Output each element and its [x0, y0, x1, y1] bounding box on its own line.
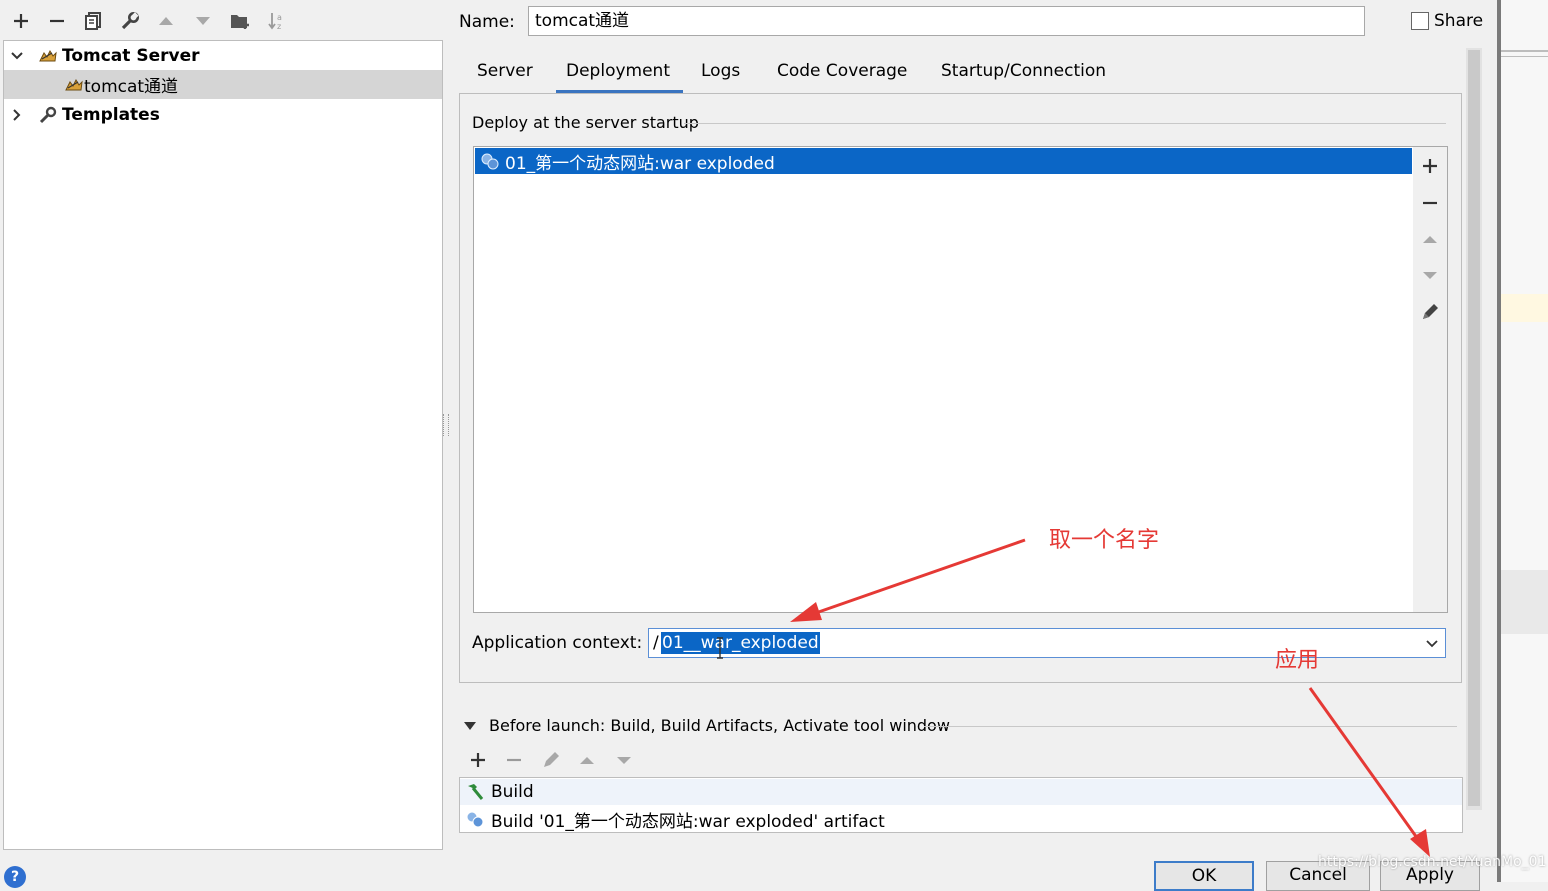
tree-item-label: tomcat通道 — [84, 77, 179, 97]
move-up-icon[interactable] — [153, 8, 179, 34]
add-icon[interactable] — [1417, 153, 1443, 179]
before-launch-title: Before launch: Build, Build Artifacts, A… — [489, 716, 950, 735]
sort-icon[interactable]: az — [264, 8, 290, 34]
chevron-down-icon[interactable] — [10, 49, 24, 63]
app-context-combobox[interactable]: / 01__war_exploded — [648, 628, 1446, 659]
annotation-name-hint: 取一个名字 — [1049, 528, 1160, 553]
deploy-side-toolbar — [1413, 146, 1448, 613]
section-divider — [924, 726, 1457, 727]
annotation-apply-hint: 应用 — [1275, 648, 1320, 673]
artifact-icon — [466, 811, 484, 828]
tree-item-tomcat-config[interactable]: tomcat通道 — [4, 70, 442, 99]
before-launch-item[interactable]: Build — [460, 779, 1462, 805]
scrollbar-track[interactable] — [1466, 48, 1482, 810]
ok-button[interactable]: OK — [1154, 861, 1254, 891]
deploy-section-title: Deploy at the server startup — [472, 113, 699, 132]
before-launch-list[interactable]: Build Build '01_第一个动态网站:war exploded' ar… — [459, 777, 1463, 833]
edit-pencil-icon[interactable] — [1417, 299, 1443, 325]
add-icon[interactable] — [8, 8, 34, 34]
remove-icon[interactable] — [501, 747, 527, 773]
tree-item-tomcat-server[interactable]: Tomcat Server — [4, 41, 442, 70]
background-editor-strip — [1501, 0, 1548, 882]
tomcat-icon — [65, 78, 83, 90]
deploy-item-label: 01_第一个动态网站:war exploded — [505, 153, 775, 174]
name-input[interactable]: tomcat通道 — [528, 6, 1365, 36]
share-checkbox[interactable] — [1411, 12, 1429, 30]
hammer-icon — [468, 784, 484, 800]
collapse-triangle-icon[interactable] — [463, 720, 477, 732]
config-tree[interactable]: Tomcat Server tomcat通道 Templates — [3, 40, 443, 850]
svg-text:z: z — [277, 22, 281, 31]
remove-icon[interactable] — [1417, 190, 1443, 216]
app-context-prefix: / — [653, 633, 659, 653]
add-icon[interactable] — [465, 747, 491, 773]
tree-item-label: Tomcat Server — [62, 45, 200, 66]
deploy-list[interactable]: 01_第一个动态网站:war exploded — [473, 146, 1414, 613]
move-down-icon[interactable] — [611, 747, 637, 773]
chevron-right-icon[interactable] — [10, 108, 24, 122]
name-label: Name: — [459, 12, 515, 32]
deploy-list-item[interactable]: 01_第一个动态网站:war exploded — [475, 148, 1412, 174]
remove-icon[interactable] — [44, 8, 70, 34]
move-up-icon[interactable] — [574, 747, 600, 773]
move-up-icon[interactable] — [1417, 226, 1443, 252]
tab-deployment[interactable]: Deployment — [566, 58, 670, 84]
before-launch-item-label: Build '01_第一个动态网站:war exploded' artifact — [491, 811, 885, 832]
section-divider — [684, 123, 1446, 124]
app-context-selected-text: 01__war_exploded — [661, 632, 820, 654]
name-input-value: tomcat通道 — [535, 11, 630, 31]
help-icon[interactable]: ? — [4, 866, 26, 888]
move-down-icon[interactable] — [1417, 262, 1443, 288]
scrollbar-thumb[interactable] — [1468, 50, 1480, 806]
wrench-icon[interactable] — [117, 8, 143, 34]
watermark: https://blog.csdn.net/YuanMo_01 — [1318, 854, 1547, 870]
before-launch-item[interactable]: Build '01_第一个动态网站:war exploded' artifact — [460, 806, 1462, 832]
artifact-icon — [481, 153, 499, 170]
folder-add-icon[interactable] — [227, 8, 253, 34]
tree-item-templates[interactable]: Templates — [4, 100, 442, 129]
tree-item-label: Templates — [62, 104, 160, 125]
tab-logs[interactable]: Logs — [701, 58, 740, 84]
share-label: Share — [1434, 11, 1484, 31]
copy-icon[interactable] — [80, 8, 106, 34]
tab-code-coverage[interactable]: Code Coverage — [777, 58, 907, 84]
wrench-icon — [39, 106, 57, 123]
svg-text:a: a — [277, 13, 282, 22]
tab-startup-connection[interactable]: Startup/Connection — [941, 58, 1106, 84]
move-down-icon[interactable] — [190, 8, 216, 34]
before-launch-item-label: Build — [491, 782, 534, 802]
app-context-label: Application context: — [472, 633, 643, 653]
tomcat-icon — [39, 49, 57, 61]
text-cursor-icon — [717, 637, 723, 659]
tab-server[interactable]: Server — [477, 58, 533, 84]
chevron-down-icon[interactable] — [1425, 638, 1439, 650]
splitter-handle[interactable] — [443, 414, 449, 436]
edit-pencil-icon[interactable] — [538, 747, 564, 773]
